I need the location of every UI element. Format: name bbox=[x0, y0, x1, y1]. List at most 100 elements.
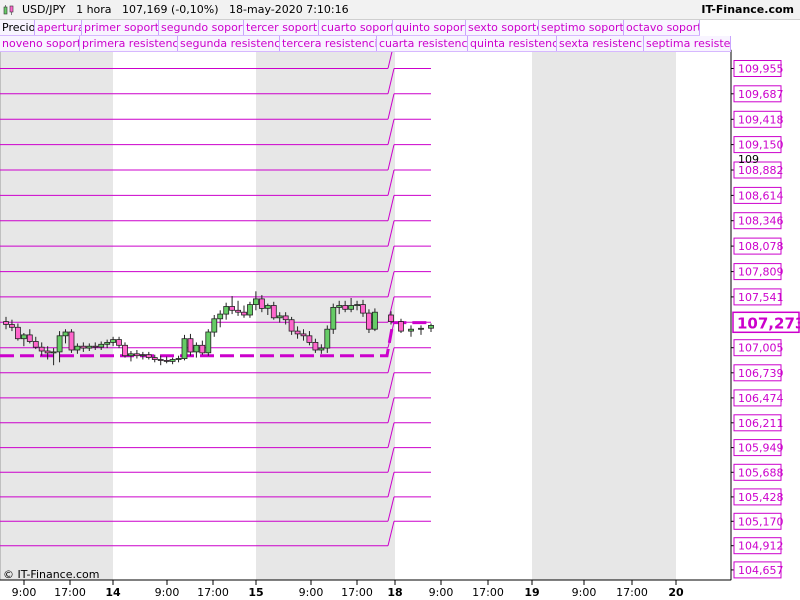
candle[interactable] bbox=[8, 324, 15, 328]
candle[interactable] bbox=[181, 338, 188, 360]
candle[interactable] bbox=[205, 331, 212, 354]
candle[interactable] bbox=[199, 344, 206, 354]
candle[interactable] bbox=[229, 306, 236, 311]
candle[interactable] bbox=[235, 309, 242, 313]
candle[interactable] bbox=[282, 315, 289, 321]
time-axis-label: 9:00 bbox=[429, 586, 454, 599]
candle[interactable] bbox=[68, 331, 75, 351]
legend-item[interactable]: quinto soporte bbox=[393, 20, 466, 35]
candle[interactable] bbox=[133, 353, 140, 357]
candle[interactable] bbox=[217, 313, 224, 320]
last-price: 107,169 (-0,10%) bbox=[122, 3, 219, 16]
price-level-label: 108,078 bbox=[738, 240, 784, 253]
candle[interactable] bbox=[258, 298, 265, 309]
candle[interactable] bbox=[193, 344, 200, 353]
candle[interactable] bbox=[360, 304, 366, 314]
legend-item[interactable]: tercera resistencia bbox=[280, 36, 377, 51]
price-chart[interactable]: 109,955 109,687 109,418 109,150 108,882 108,6… bbox=[0, 0, 800, 600]
legend-item[interactable]: primer soporte bbox=[82, 20, 159, 35]
legend-item[interactable]: primera resistencia bbox=[80, 36, 178, 51]
candle[interactable] bbox=[122, 344, 128, 357]
time-axis-label: 9:00 bbox=[155, 586, 180, 599]
candle[interactable] bbox=[252, 298, 259, 305]
price-axis-label: 109 bbox=[738, 153, 759, 166]
candle[interactable] bbox=[294, 330, 301, 335]
legend-item[interactable]: sexto soporte bbox=[466, 20, 539, 35]
candle[interactable] bbox=[169, 359, 176, 362]
candle[interactable] bbox=[306, 335, 313, 343]
legend-item[interactable]: Precio bbox=[0, 20, 35, 35]
candle[interactable] bbox=[151, 357, 158, 360]
candle[interactable] bbox=[365, 312, 372, 330]
brand-name: IT-Finance.com bbox=[701, 3, 794, 16]
candle[interactable] bbox=[187, 338, 194, 353]
legend-item[interactable]: quinta resistencia bbox=[468, 36, 557, 51]
candle[interactable] bbox=[408, 328, 414, 332]
candle[interactable] bbox=[241, 311, 247, 316]
candle[interactable] bbox=[98, 343, 105, 348]
price-level-label: 105,428 bbox=[738, 491, 784, 504]
candle[interactable] bbox=[163, 359, 170, 362]
candle[interactable] bbox=[14, 326, 21, 340]
candle[interactable] bbox=[388, 314, 394, 322]
candle[interactable] bbox=[110, 339, 116, 343]
candle[interactable] bbox=[428, 324, 434, 329]
candle[interactable] bbox=[74, 345, 81, 351]
candle[interactable] bbox=[318, 347, 325, 351]
candle[interactable] bbox=[86, 345, 93, 349]
candle[interactable] bbox=[175, 358, 182, 360]
candle[interactable] bbox=[312, 341, 319, 351]
candle[interactable] bbox=[145, 354, 152, 358]
candle[interactable] bbox=[157, 359, 164, 361]
legend-item[interactable]: octavo soporte bbox=[624, 20, 700, 35]
candle[interactable] bbox=[20, 334, 27, 340]
legend-item[interactable]: noveno soporte bbox=[0, 36, 80, 51]
candle[interactable] bbox=[116, 339, 122, 346]
legend-item[interactable]: septima resistenc bbox=[644, 36, 731, 51]
candle[interactable] bbox=[371, 311, 378, 330]
legend-item[interactable]: segunda resistencia bbox=[178, 36, 280, 51]
candle[interactable] bbox=[223, 306, 230, 315]
candle[interactable] bbox=[92, 345, 99, 348]
candle[interactable] bbox=[62, 331, 69, 337]
legend-item[interactable]: tercer soporte bbox=[244, 20, 319, 35]
candle[interactable] bbox=[418, 327, 424, 330]
candle[interactable] bbox=[80, 345, 87, 349]
legend-item[interactable]: apertura bbox=[35, 20, 82, 35]
legend-item[interactable]: cuarto soporte bbox=[319, 20, 393, 35]
legend-row-1: Precio apertura primer soporte segundo sopo… bbox=[0, 20, 700, 36]
candle[interactable] bbox=[300, 333, 307, 337]
candle[interactable] bbox=[324, 328, 331, 349]
candle[interactable] bbox=[288, 319, 295, 332]
candle[interactable] bbox=[56, 335, 63, 353]
candle[interactable] bbox=[247, 304, 253, 316]
candle[interactable] bbox=[3, 321, 9, 325]
candle[interactable] bbox=[398, 321, 404, 332]
candle[interactable] bbox=[211, 318, 218, 333]
legend-item[interactable]: septimo soporte bbox=[539, 20, 624, 35]
candle[interactable] bbox=[354, 304, 361, 307]
candle[interactable] bbox=[32, 341, 39, 348]
time-axis-label: 17:00 bbox=[54, 586, 86, 599]
candle[interactable] bbox=[44, 350, 51, 354]
candle[interactable] bbox=[50, 351, 57, 354]
time-axis-label: 9:00 bbox=[12, 586, 37, 599]
candle[interactable] bbox=[139, 354, 146, 357]
legend-item[interactable]: sexta resistencia bbox=[557, 36, 644, 51]
candle[interactable] bbox=[270, 305, 277, 319]
candle[interactable] bbox=[38, 346, 45, 352]
time-axis-label: 9:00 bbox=[299, 586, 324, 599]
candle[interactable] bbox=[276, 315, 283, 319]
candle[interactable] bbox=[264, 305, 271, 309]
price-level-label: 107,541 bbox=[738, 291, 784, 304]
candle[interactable] bbox=[342, 305, 349, 310]
price-level-label: 108,614 bbox=[738, 189, 784, 202]
legend-item[interactable]: segundo soporte bbox=[159, 20, 244, 35]
candle[interactable] bbox=[104, 341, 111, 345]
candle[interactable] bbox=[336, 305, 343, 308]
candle[interactable] bbox=[127, 353, 134, 357]
candle[interactable] bbox=[348, 305, 355, 310]
candle[interactable] bbox=[330, 306, 337, 330]
candle[interactable] bbox=[26, 334, 33, 342]
legend-item[interactable]: cuarta resistencia bbox=[377, 36, 468, 51]
